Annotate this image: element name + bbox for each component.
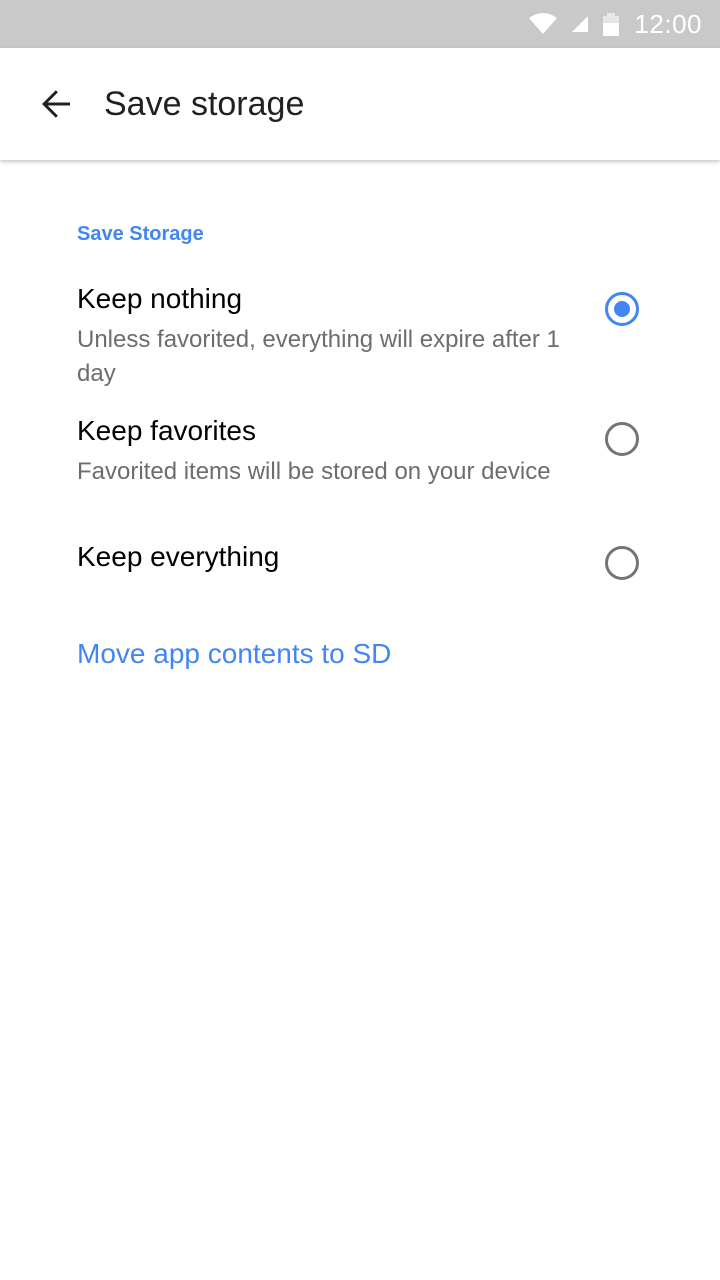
radio-keep-nothing[interactable] (605, 292, 639, 326)
option-description: Unless favorited, everything will expire… (77, 326, 560, 387)
status-time: 12:00 (634, 8, 702, 39)
radio-keep-everything[interactable] (605, 546, 639, 580)
radio-keep-favorites[interactable] (605, 422, 639, 456)
arrow-left-icon (42, 90, 70, 118)
option-description: Favorited items will be stored on your d… (77, 458, 551, 485)
cell-signal-icon (572, 16, 589, 32)
page-title: Save storage (104, 85, 305, 123)
option-keep-everything[interactable]: Keep everything (0, 541, 720, 591)
option-title: Keep favorites (77, 415, 256, 446)
back-button[interactable] (28, 76, 84, 132)
option-keep-favorites[interactable]: Keep favorites Favorited items will be s… (0, 415, 720, 525)
battery-icon (603, 13, 620, 36)
option-title: Keep everything (77, 541, 280, 572)
status-bar: 12:00 (0, 0, 720, 48)
option-title: Keep nothing (77, 283, 243, 314)
move-to-sd-link[interactable]: Move app contents to SD (77, 638, 391, 670)
option-keep-nothing[interactable]: Keep nothing Unless favorited, everythin… (0, 283, 720, 393)
section-header: Save Storage (77, 223, 204, 245)
wifi-icon (529, 13, 558, 34)
status-icons: 12:00 (514, 0, 702, 48)
app-bar: Save storage (0, 48, 720, 160)
